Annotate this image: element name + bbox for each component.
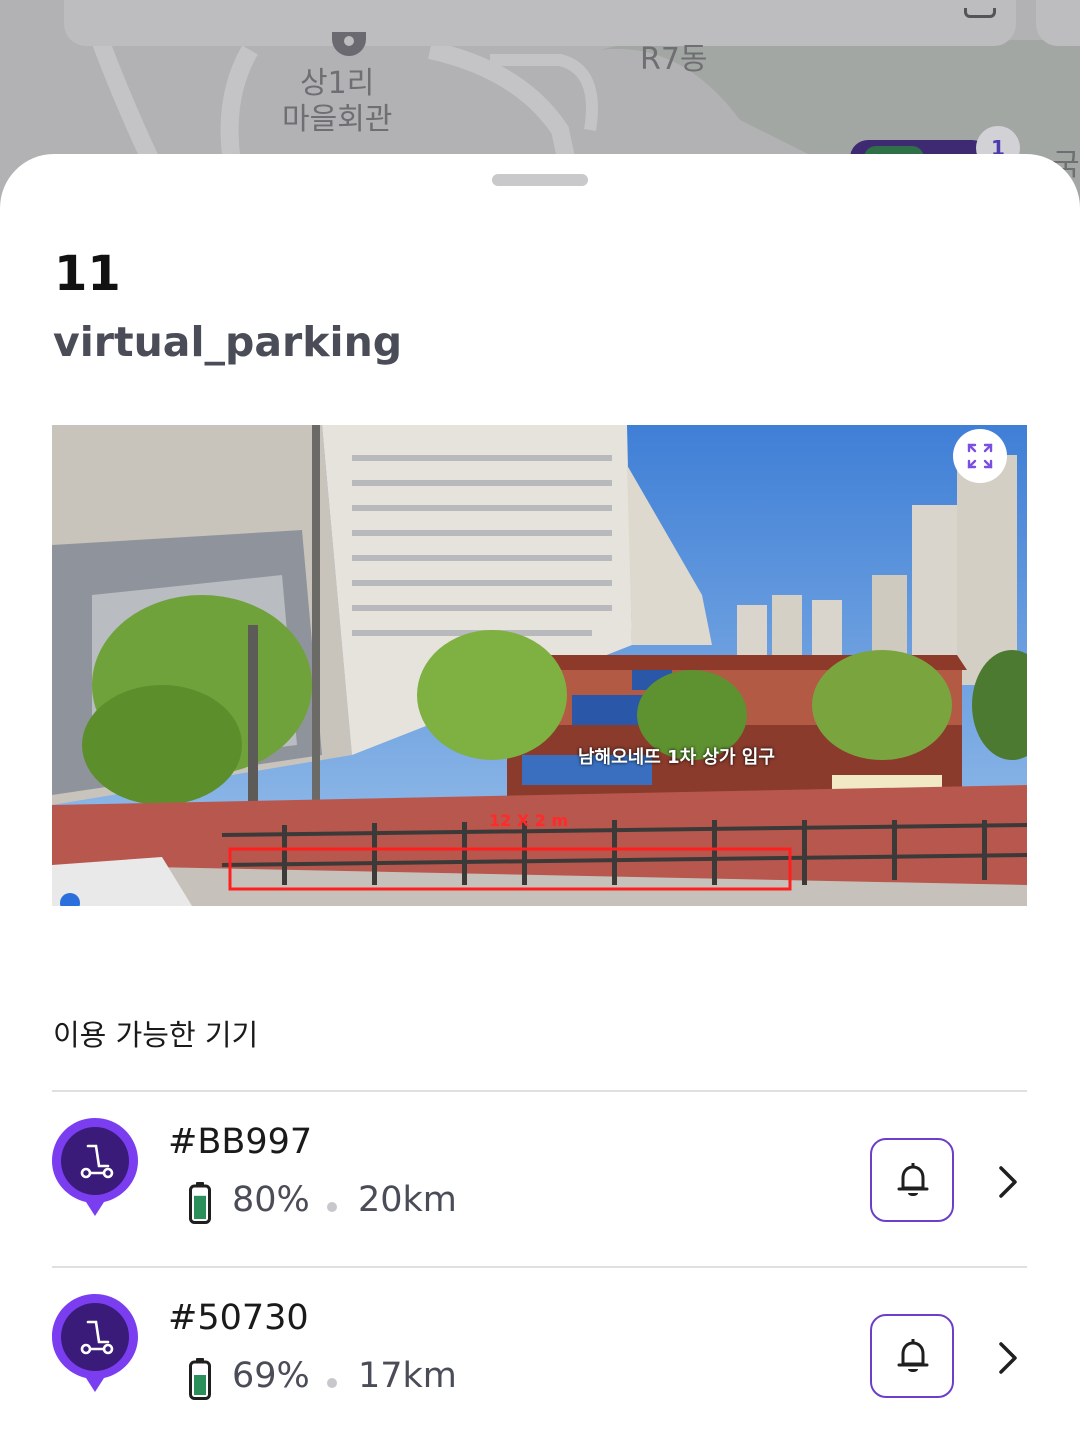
separator-dot [327, 1202, 337, 1212]
bell-icon [897, 1163, 929, 1196]
device-range: 20km [358, 1180, 457, 1220]
available-devices-title: 이용 가능한 기기 [53, 1018, 259, 1052]
ring-device-button[interactable] [870, 1314, 954, 1398]
parking-detail-sheet: 11 virtual_parking 남해오네뜨 1차 상가 입구 12 X 2… [0, 154, 1080, 1438]
device-range: 17km [358, 1356, 457, 1396]
parking-area-size: 12 X 2 m [489, 811, 569, 830]
chevron-right-icon[interactable] [992, 1338, 1022, 1378]
scooter-icon [52, 1118, 138, 1216]
battery-icon [189, 1358, 211, 1400]
scooter-icon [52, 1294, 138, 1392]
battery-percentage: 80% [232, 1180, 310, 1220]
parking-type: virtual_parking [53, 318, 403, 366]
expand-icon [967, 443, 993, 469]
chevron-right-icon[interactable] [992, 1162, 1022, 1202]
device-list-item[interactable]: #BB997 80% 20km [52, 1092, 1027, 1268]
sheet-drag-handle[interactable] [492, 174, 588, 186]
map-pin-dot [344, 36, 354, 46]
ring-device-button[interactable] [870, 1138, 954, 1222]
parking-photo[interactable]: 남해오네뜨 1차 상가 입구 12 X 2 m [52, 425, 1027, 906]
map-label-village: 상1리 마을회관 [282, 66, 393, 137]
expand-photo-button[interactable] [953, 429, 1007, 483]
battery-icon [189, 1182, 211, 1224]
battery-percentage: 69% [232, 1356, 310, 1396]
map-label-building: R7동 [640, 42, 708, 77]
street-view-image [52, 425, 1027, 906]
map-side-button[interactable] [1036, 0, 1080, 46]
device-id: #50730 [168, 1298, 309, 1338]
device-id: #BB997 [168, 1122, 313, 1162]
street-sign-text: 남해오네뜨 1차 상가 입구 [578, 747, 775, 768]
list-icon [964, 8, 996, 18]
separator-dot [327, 1378, 337, 1388]
parking-title: 11 [54, 246, 121, 302]
device-list-item[interactable]: #50730 69% 17km [52, 1268, 1027, 1438]
bell-icon [897, 1339, 929, 1372]
map-search-bar[interactable] [64, 0, 1016, 46]
